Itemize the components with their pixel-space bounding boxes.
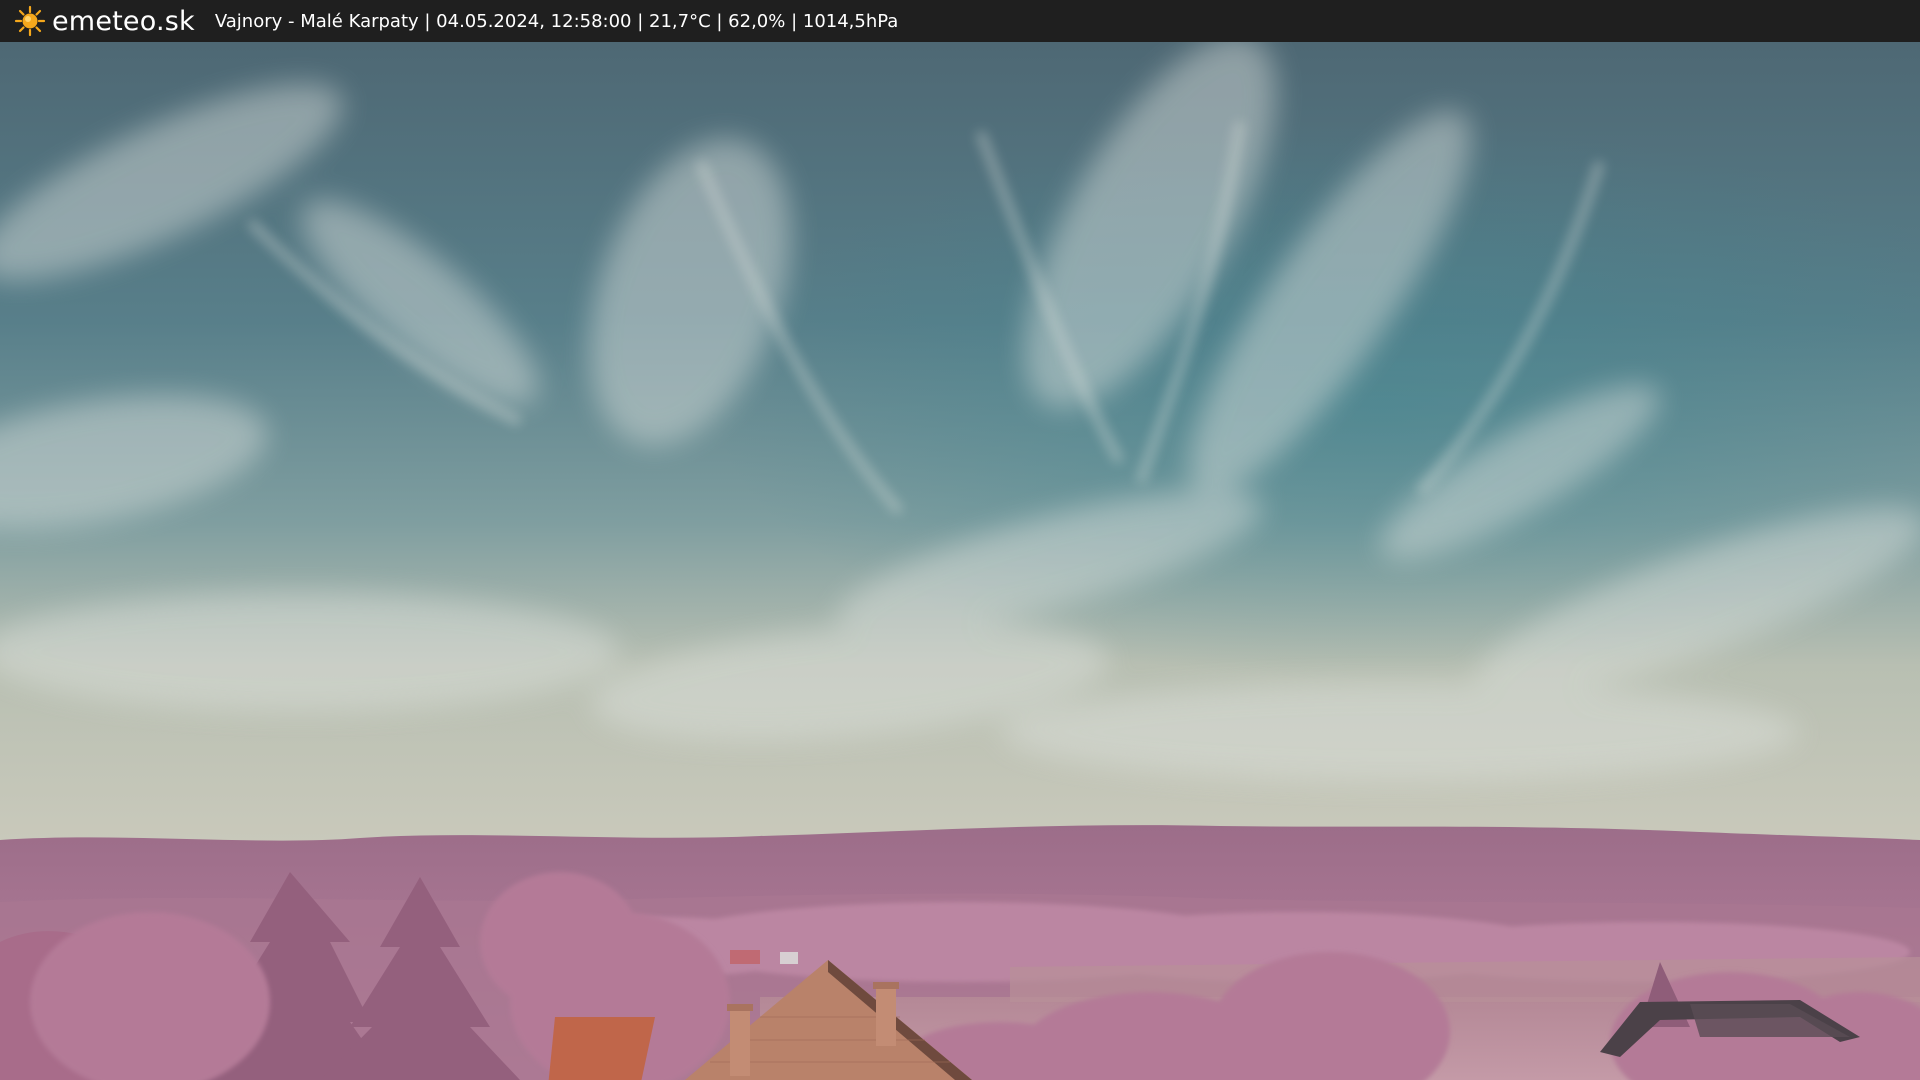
brand-name: emeteo.sk bbox=[52, 5, 195, 37]
brand-logo[interactable]: emeteo.sk bbox=[14, 5, 195, 37]
caption-bar: emeteo.sk Vajnory - Malé Karpaty | 04.05… bbox=[0, 0, 1920, 42]
webcam-image bbox=[0, 42, 1920, 1080]
webcam-frame: emeteo.sk Vajnory - Malé Karpaty | 04.05… bbox=[0, 0, 1920, 1080]
station-caption: Vajnory - Malé Karpaty | 04.05.2024, 12:… bbox=[214, 10, 899, 32]
sun-icon bbox=[14, 5, 46, 37]
